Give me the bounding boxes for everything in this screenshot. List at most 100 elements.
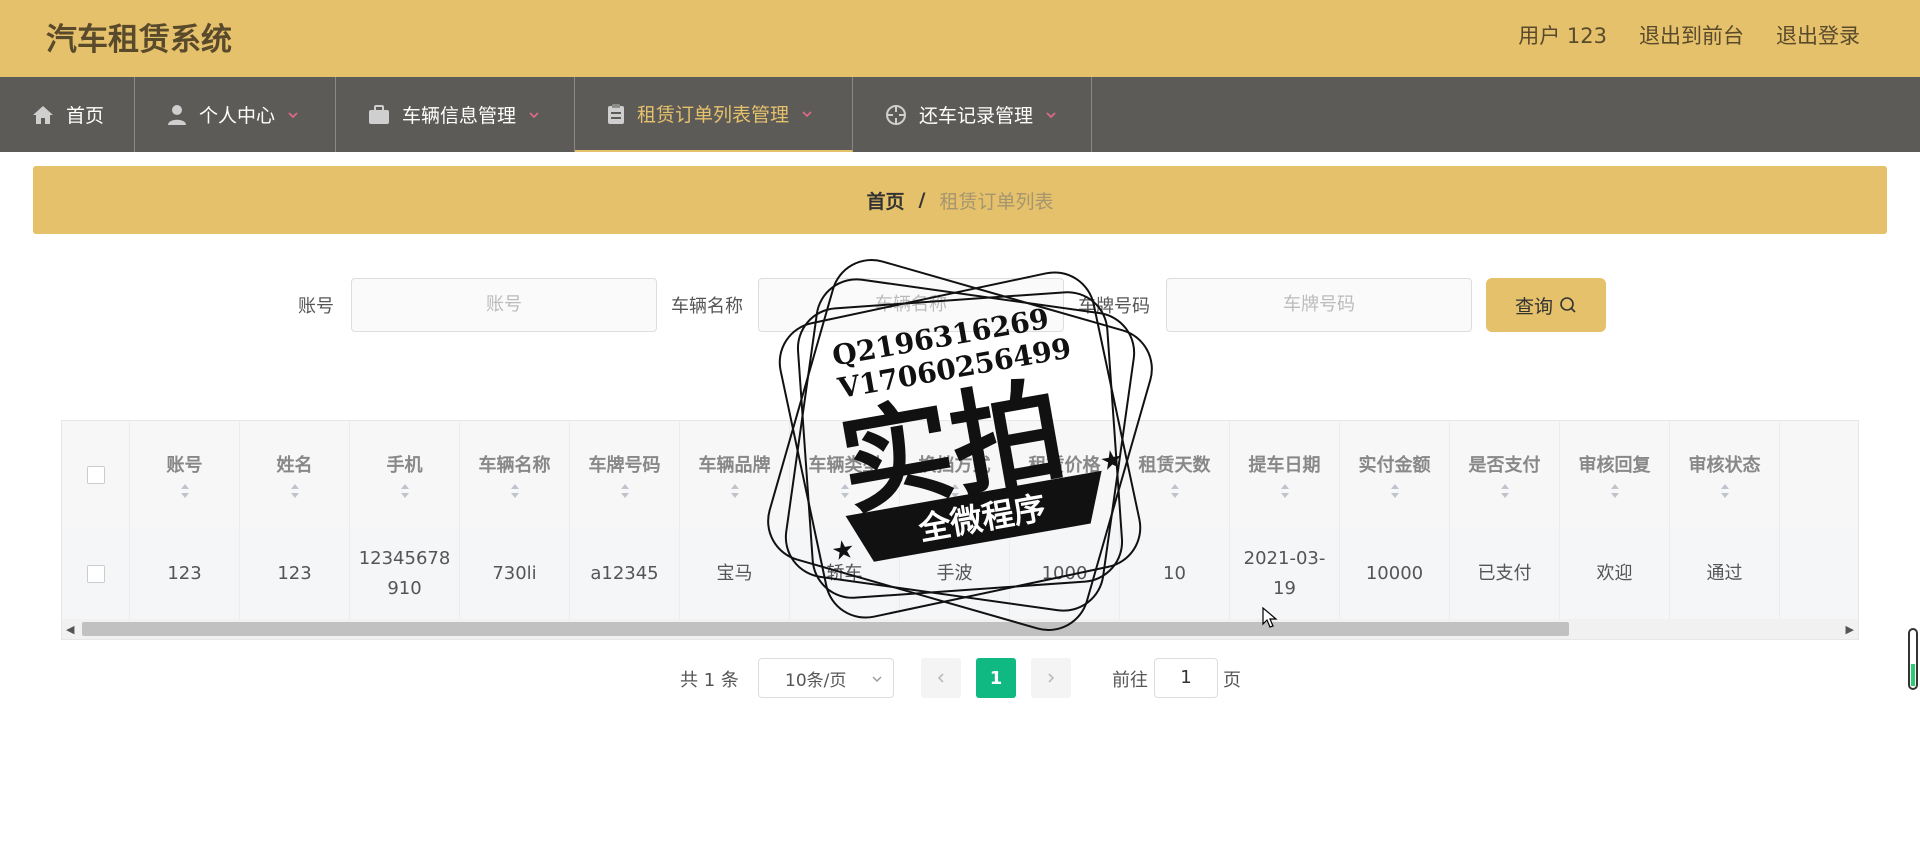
breadcrumb-home[interactable]: 首页 — [867, 187, 905, 214]
breadcrumb: 首页 / 租赁订单列表 — [33, 166, 1887, 234]
briefcase-icon — [369, 104, 389, 124]
table-cell-value: 2021-03-19 — [1243, 548, 1326, 599]
exit-to-front-link[interactable]: 退出到前台 — [1639, 20, 1744, 50]
nav-label-personal-center: 个人中心 — [199, 105, 276, 127]
table-cell: 12345678910 — [350, 528, 460, 620]
table-row: 123 123 12345678910 730li a12345 宝马 轿车 手波 1000 10… — [62, 528, 1858, 620]
crosshair-icon — [886, 104, 906, 125]
column-header-label: 实付金额 — [1358, 454, 1431, 476]
sort-icon[interactable] — [510, 483, 520, 499]
row-select-cell — [62, 528, 130, 620]
table-cell-value: 730li — [492, 563, 537, 584]
user-icon — [168, 104, 186, 125]
column-header[interactable]: 换挡方式 — [900, 421, 1010, 528]
orders-table: 账号 姓名 手机 车辆名称 车牌号码 车辆品牌 车辆类型 换挡方式 租赁价格 租赁天数 提车日期 实付… — [61, 420, 1859, 640]
sort-icon[interactable] — [950, 483, 960, 499]
column-header[interactable]: 车牌号码 — [570, 421, 680, 528]
sort-icon[interactable] — [620, 483, 630, 499]
pagination: 共 1 条 10条/页 1 前往 1 页 — [33, 658, 1887, 698]
goto-label: 前往 — [1112, 670, 1148, 691]
column-header[interactable]: 审核状态 — [1670, 421, 1780, 528]
total-count: 共 1 条 — [680, 670, 739, 691]
table-cell: 轿车 — [790, 528, 900, 620]
page-size-value: 10条/页 — [785, 670, 847, 691]
nav-label-vehicle-info: 车辆信息管理 — [402, 105, 517, 127]
sort-icon[interactable] — [1720, 483, 1730, 499]
sort-icon[interactable] — [1390, 483, 1400, 499]
table-cell: 宝马 — [680, 528, 790, 620]
table-cell-value: 欢迎 — [1596, 563, 1633, 584]
column-header[interactable]: 车辆名称 — [460, 421, 570, 528]
sort-icon[interactable] — [1170, 483, 1180, 499]
prev-page-button[interactable] — [921, 658, 961, 698]
column-header[interactable]: 审核回复 — [1560, 421, 1670, 528]
table-cell: 10000 — [1340, 528, 1450, 620]
nav-item-personal-center[interactable]: 个人中心 — [135, 77, 336, 152]
column-header-label: 换挡方式 — [918, 454, 991, 476]
column-header-label: 审核回复 — [1578, 454, 1651, 476]
column-header[interactable]: 账号 — [130, 421, 240, 528]
column-header[interactable]: 提车日期 — [1230, 421, 1340, 528]
column-header[interactable]: 手机 — [350, 421, 460, 528]
column-header-label: 姓名 — [276, 454, 313, 476]
table-horizontal-scrollbar[interactable]: ◀ ▶ — [62, 619, 1858, 639]
chevron-left-icon — [937, 673, 944, 683]
goto-unit: 页 — [1223, 670, 1241, 691]
sort-icon[interactable] — [730, 483, 740, 499]
column-header-label: 车辆名称 — [478, 454, 551, 476]
column-header[interactable]: 实付金额 — [1340, 421, 1450, 528]
sort-icon[interactable] — [180, 483, 190, 499]
sort-icon[interactable] — [290, 483, 300, 499]
column-header-label: 提车日期 — [1248, 454, 1321, 476]
page-size-select[interactable]: 10条/页 — [758, 658, 894, 698]
column-header[interactable]: 是否支付 — [1450, 421, 1560, 528]
column-header[interactable]: 车辆品牌 — [680, 421, 790, 528]
table-cell: 123 — [130, 528, 240, 620]
scroll-right-arrow-icon[interactable]: ▶ — [1846, 623, 1854, 636]
breadcrumb-current: 租赁订单列表 — [939, 190, 1054, 213]
account-input[interactable]: 账号 — [351, 278, 657, 332]
column-header[interactable]: 租赁天数 — [1120, 421, 1230, 528]
search-button-label: 查询 — [1514, 295, 1553, 318]
table-cell-value: a12345 — [590, 563, 659, 584]
scroll-thumb[interactable] — [82, 622, 1569, 636]
column-header[interactable]: 姓名 — [240, 421, 350, 528]
table-cell: 730li — [460, 528, 570, 620]
sort-icon[interactable] — [1610, 483, 1620, 499]
sort-icon[interactable] — [400, 483, 410, 499]
sort-icon[interactable] — [1500, 483, 1510, 499]
sort-icon[interactable] — [1060, 483, 1070, 499]
goto-page-input[interactable]: 1 — [1154, 658, 1218, 698]
column-header[interactable]: 车辆类型 — [790, 421, 900, 528]
app-title: 汽车租赁系统 — [46, 22, 232, 58]
column-header-label: 车牌号码 — [588, 454, 661, 476]
table-cell-value: 手波 — [936, 563, 973, 584]
nav-item-rental-orders[interactable]: 租赁订单列表管理 — [575, 77, 853, 152]
nav-item-home[interactable]: 首页 — [0, 77, 135, 152]
search-button[interactable]: 查询 — [1486, 278, 1606, 332]
sort-icon[interactable] — [840, 483, 850, 499]
nav-label-return-records: 还车记录管理 — [919, 105, 1034, 127]
chevron-down-icon — [872, 676, 882, 682]
select-all-checkbox[interactable] — [86, 465, 105, 484]
nav-item-vehicle-info[interactable]: 车辆信息管理 — [336, 77, 575, 152]
chevron-down-icon — [802, 110, 812, 117]
current-user-label[interactable]: 用户 123 — [1518, 20, 1607, 50]
search-form: 账号 账号 车辆名称 车辆名称 车牌号码 车牌号码 查询 — [33, 278, 1887, 332]
row-checkbox[interactable] — [86, 565, 105, 583]
vehicle-name-input[interactable]: 车辆名称 — [758, 278, 1064, 332]
chevron-down-icon — [1046, 111, 1056, 118]
logout-link[interactable]: 退出登录 — [1776, 20, 1860, 50]
page-scroll-indicator[interactable] — [1908, 628, 1918, 690]
nav-item-return-records[interactable]: 还车记录管理 — [853, 77, 1092, 152]
page-button-current[interactable]: 1 — [976, 658, 1016, 698]
plate-number-input[interactable]: 车牌号码 — [1166, 278, 1472, 332]
next-page-button[interactable] — [1031, 658, 1071, 698]
sort-icon[interactable] — [1280, 483, 1290, 499]
column-header[interactable]: 租赁价格 — [1010, 421, 1120, 528]
table-cell: 欢迎 — [1560, 528, 1670, 620]
table-cell-value: 1000 — [1041, 563, 1088, 584]
scroll-left-arrow-icon[interactable]: ◀ — [66, 623, 74, 636]
table-cell-value: 通过 — [1706, 563, 1743, 584]
header-select-cell — [62, 421, 130, 528]
